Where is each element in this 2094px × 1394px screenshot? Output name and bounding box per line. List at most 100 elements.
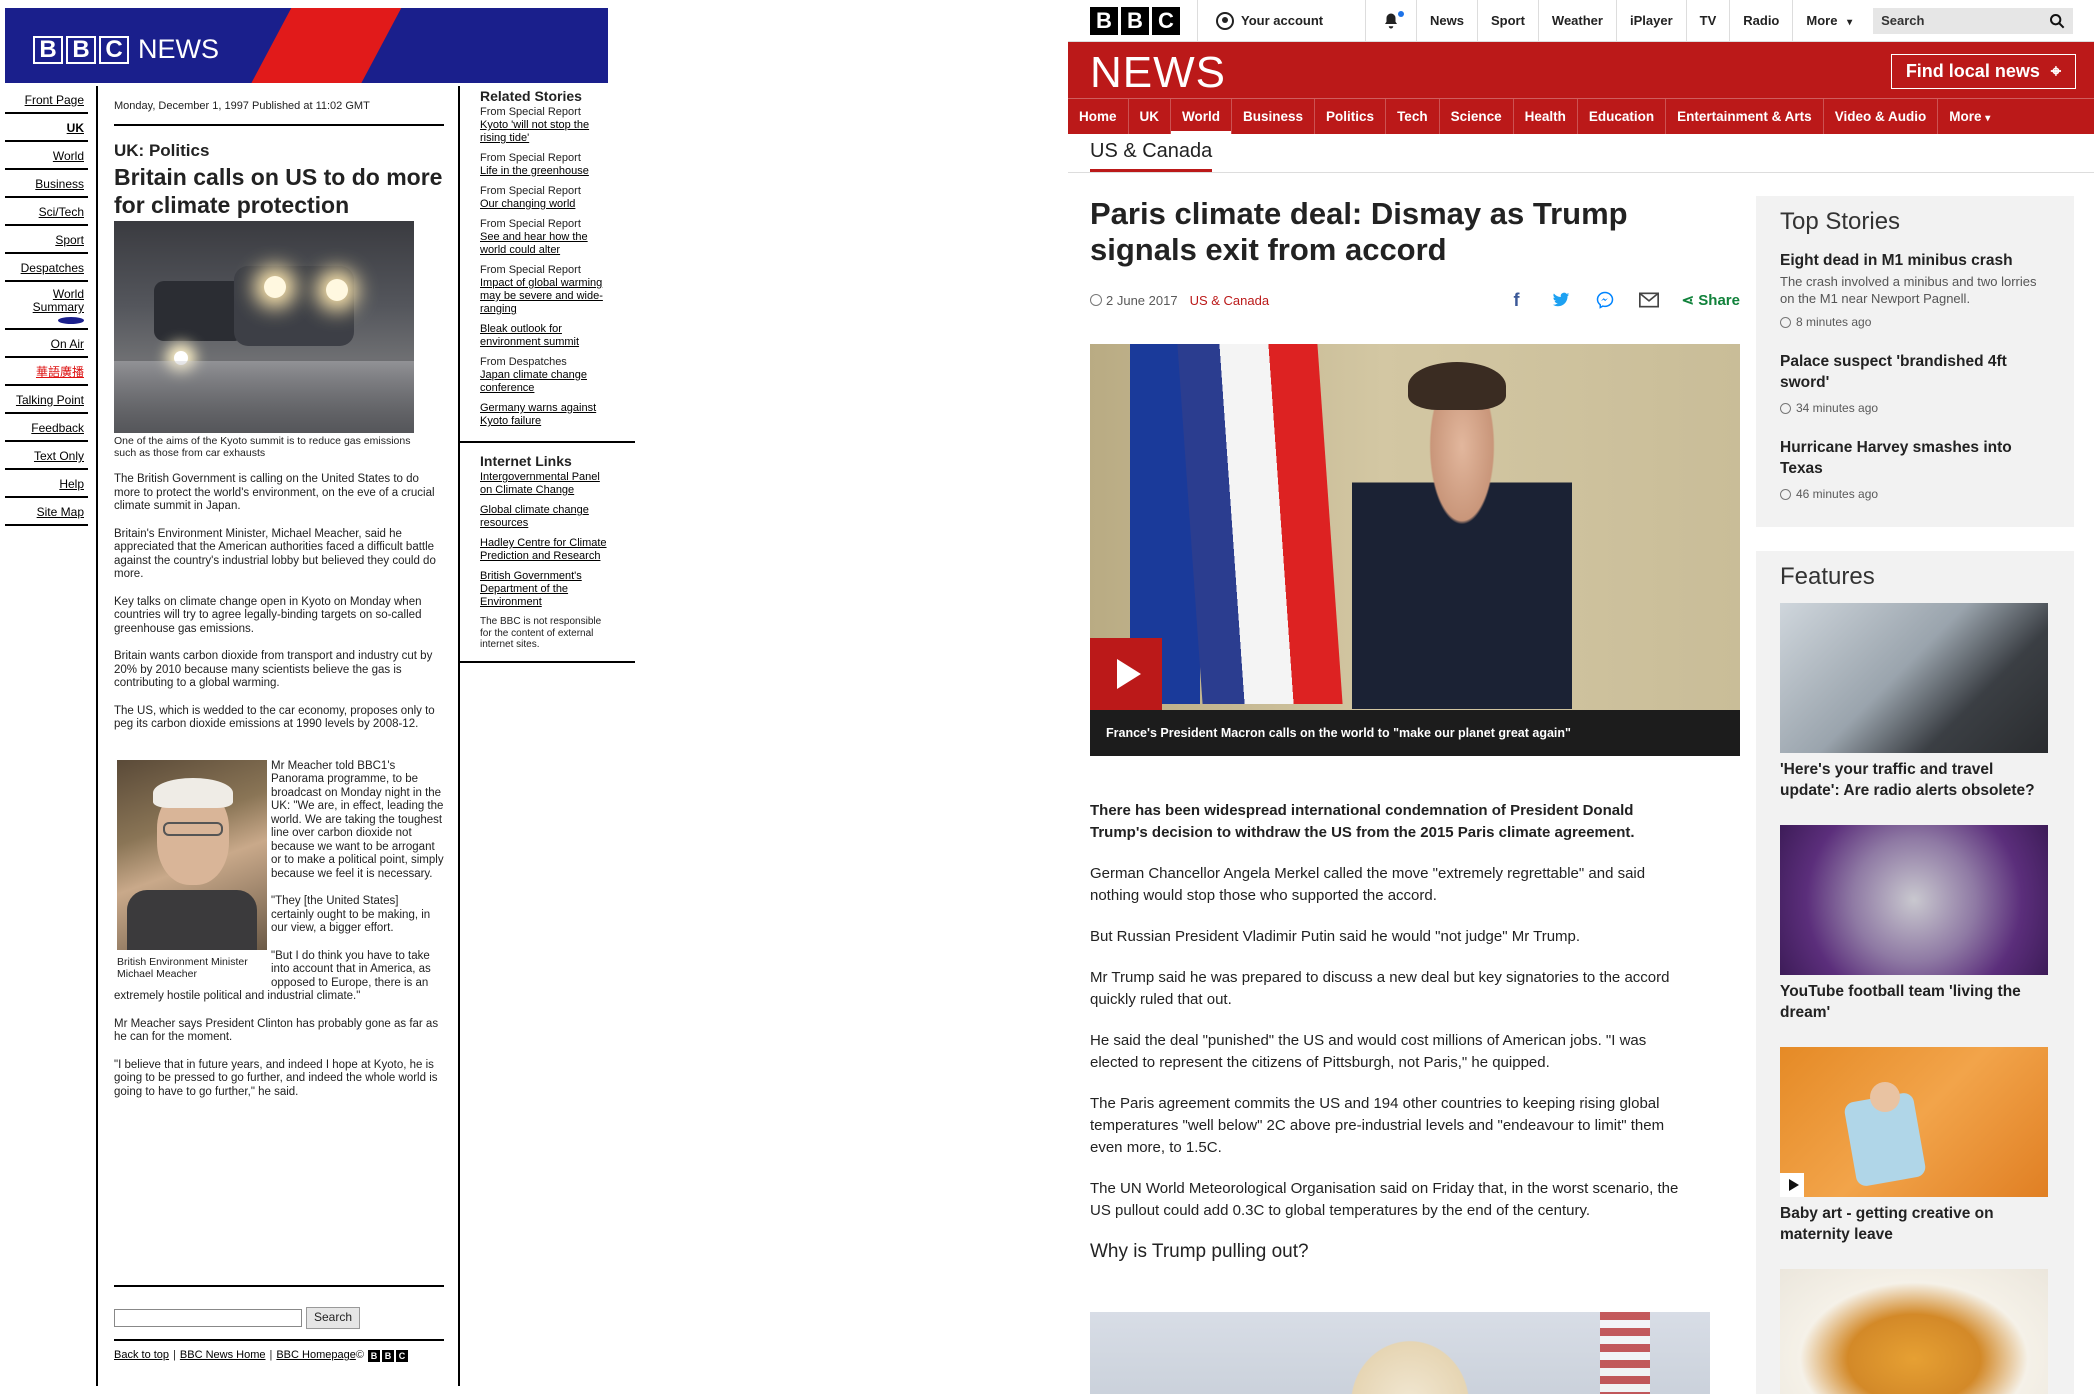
nav-home[interactable]: Home (1068, 98, 1129, 135)
old-footer-back-to-top[interactable]: Back to top (114, 1349, 169, 1363)
news-logo[interactable]: NEWS (1090, 48, 1226, 98)
top-story-item[interactable]: Hurricane Harvey smashes into Texas 46 m… (1780, 437, 2050, 501)
old-related-link[interactable]: Impact of global warming may be severe a… (480, 277, 603, 315)
your-account-link[interactable]: Your account (1198, 0, 1365, 42)
nav-world[interactable]: World (1171, 98, 1233, 135)
nav-business[interactable]: Business (1232, 98, 1316, 135)
old-internet-link[interactable]: British Government's Department of the E… (480, 570, 582, 608)
search-icon[interactable] (2049, 13, 2065, 29)
old-nav-sport[interactable]: Sport (5, 226, 88, 254)
share-button[interactable]: ⋖ Share (1682, 291, 1740, 309)
old-internet-link[interactable]: Hadley Centre for Climate Prediction and… (480, 537, 607, 562)
topnav-sport[interactable]: Sport (1476, 0, 1538, 42)
nav-video-audio[interactable]: Video & Audio (1824, 98, 1939, 135)
nav-health[interactable]: Health (1514, 98, 1578, 135)
feature-item[interactable]: Baby art - getting creative on maternity… (1780, 1047, 2050, 1245)
nav-tech[interactable]: Tech (1386, 98, 1440, 135)
topnav-iplayer[interactable]: iPlayer (1615, 0, 1686, 42)
old-paragraph: Mr Meacher says President Clinton has pr… (114, 1017, 439, 1044)
top-story-headline[interactable]: Hurricane Harvey smashes into Texas (1780, 437, 2050, 479)
top-story-item[interactable]: Eight dead in M1 minibus crash The crash… (1780, 250, 2050, 329)
old-footer-news-home[interactable]: BBC News Home (180, 1349, 266, 1363)
feature-item[interactable]: 'Here's your traffic and travel update':… (1780, 603, 2050, 801)
feature-image-youtube-team[interactable] (1780, 825, 2048, 975)
old-bbc-news-logo[interactable]: B B C NEWS (33, 34, 219, 65)
search-input[interactable]: Search (1873, 7, 2074, 34)
old-search-input[interactable] (114, 1309, 302, 1327)
article-date: 2 June 2017 (1106, 292, 1178, 308)
old-internet-link[interactable]: Global climate change resources (480, 504, 589, 529)
nav-politics[interactable]: Politics (1315, 98, 1387, 135)
facebook-icon[interactable]: f (1506, 290, 1528, 310)
feature-image-food[interactable] (1780, 1269, 2048, 1394)
old-nav-scitech[interactable]: Sci/Tech (5, 198, 88, 226)
messenger-icon[interactable] (1594, 290, 1616, 310)
clock-icon (1780, 488, 1791, 500)
nav-education[interactable]: Education (1578, 98, 1667, 135)
old-related-link[interactable]: Japan climate change conference (480, 369, 587, 394)
feature-image-car[interactable] (1780, 603, 2048, 753)
feature-item[interactable]: YouTube football team 'living the dream' (1780, 825, 2050, 1023)
old-nav-world[interactable]: World (5, 142, 88, 170)
topnav-radio[interactable]: Radio (1729, 0, 1792, 42)
old-footer-bbc-homepage[interactable]: BBC Homepage (276, 1349, 356, 1363)
old-related-link[interactable]: Kyoto 'will not stop the rising tide' (480, 119, 589, 144)
feature-image-baby-art[interactable] (1780, 1047, 2048, 1197)
article-paragraph: He said the deal "punished" the US and w… (1090, 1032, 1647, 1071)
old-nav-front-page[interactable]: Front Page (5, 86, 88, 114)
old-related-link[interactable]: Bleak outlook for environment summit (480, 323, 579, 348)
old-related-link[interactable]: Germany warns against Kyoto failure (480, 402, 596, 427)
nav-uk[interactable]: UK (1129, 98, 1172, 135)
old-nav-chinese[interactable]: 華語廣播 (5, 358, 88, 386)
video-play-icon[interactable] (1780, 1173, 1804, 1197)
old-mini-letter: B (381, 1349, 394, 1362)
bbc-logo[interactable]: B B C (1090, 6, 1183, 35)
top-story-item[interactable]: Palace suspect 'brandished 4ft sword' 34… (1780, 351, 2050, 415)
nav-science[interactable]: Science (1440, 98, 1514, 135)
article-section-link[interactable]: US & Canada (1190, 293, 1270, 308)
old-meacher-caption: British Environment Minister Michael Mea… (117, 955, 248, 980)
old-nav-help[interactable]: Help (5, 470, 88, 498)
feature-headline[interactable]: YouTube football team 'living the dream' (1780, 981, 2050, 1023)
hair-shape (1408, 362, 1506, 410)
old-banner[interactable]: B B C NEWS (5, 8, 608, 83)
old-internet-item: Hadley Centre for Climate Prediction and… (480, 537, 615, 563)
old-nav-world-summary[interactable]: World Summary (5, 282, 88, 330)
email-icon[interactable] (1638, 290, 1660, 310)
macron-video-player[interactable]: France's President Macron calls on the w… (1090, 344, 1740, 756)
subsection-us-canada[interactable]: US & Canada (1090, 140, 1213, 173)
news-section-nav: Home UK World Business Politics Tech Sci… (1068, 98, 2094, 135)
topnav-news[interactable]: News (1416, 0, 1477, 42)
old-paragraph: The US, which is wedded to the car econo… (114, 704, 435, 731)
notifications-bell-icon[interactable] (1366, 0, 1416, 42)
trump-photo (1090, 1312, 1710, 1394)
old-nav-feedback[interactable]: Feedback (5, 414, 88, 442)
twitter-icon[interactable] (1550, 290, 1572, 310)
topnav-more[interactable]: More ▾ (1792, 0, 1865, 42)
old-nav-on-air[interactable]: On Air (5, 330, 88, 358)
old-nav-business[interactable]: Business (5, 170, 88, 198)
old-related-item: From Special Report See and hear how the … (480, 218, 615, 257)
old-internet-link[interactable]: Intergovernmental Panel on Climate Chang… (480, 471, 600, 496)
top-story-headline[interactable]: Eight dead in M1 minibus crash (1780, 250, 2050, 271)
old-related-source: From Special Report (480, 218, 581, 230)
old-related-link[interactable]: See and hear how the world could alter (480, 231, 588, 256)
play-icon[interactable] (1090, 638, 1162, 710)
old-related-link[interactable]: Our changing world (480, 198, 575, 210)
old-nav-despatches[interactable]: Despatches (5, 254, 88, 282)
topnav-tv[interactable]: TV (1685, 0, 1730, 42)
feature-headline[interactable]: Baby art - getting creative on maternity… (1780, 1203, 2050, 1245)
top-story-headline[interactable]: Palace suspect 'brandished 4ft sword' (1780, 351, 2050, 393)
old-nav-text-only[interactable]: Text Only (5, 442, 88, 470)
feature-item[interactable] (1780, 1269, 2050, 1394)
old-nav-talking-point[interactable]: Talking Point (5, 386, 88, 414)
find-local-news-button[interactable]: Find local news ⌖ (1890, 54, 2076, 89)
old-search-button[interactable]: Search (306, 1307, 361, 1329)
old-nav-site-map[interactable]: Site Map (5, 498, 88, 526)
nav-more[interactable]: More ▾ (1938, 99, 2001, 135)
nav-entertainment-arts[interactable]: Entertainment & Arts (1666, 98, 1824, 135)
old-nav-uk[interactable]: UK (5, 114, 88, 142)
feature-headline[interactable]: 'Here's your traffic and travel update':… (1780, 759, 2050, 801)
topnav-weather[interactable]: Weather (1537, 0, 1616, 42)
old-related-link[interactable]: Life in the greenhouse (480, 165, 589, 177)
